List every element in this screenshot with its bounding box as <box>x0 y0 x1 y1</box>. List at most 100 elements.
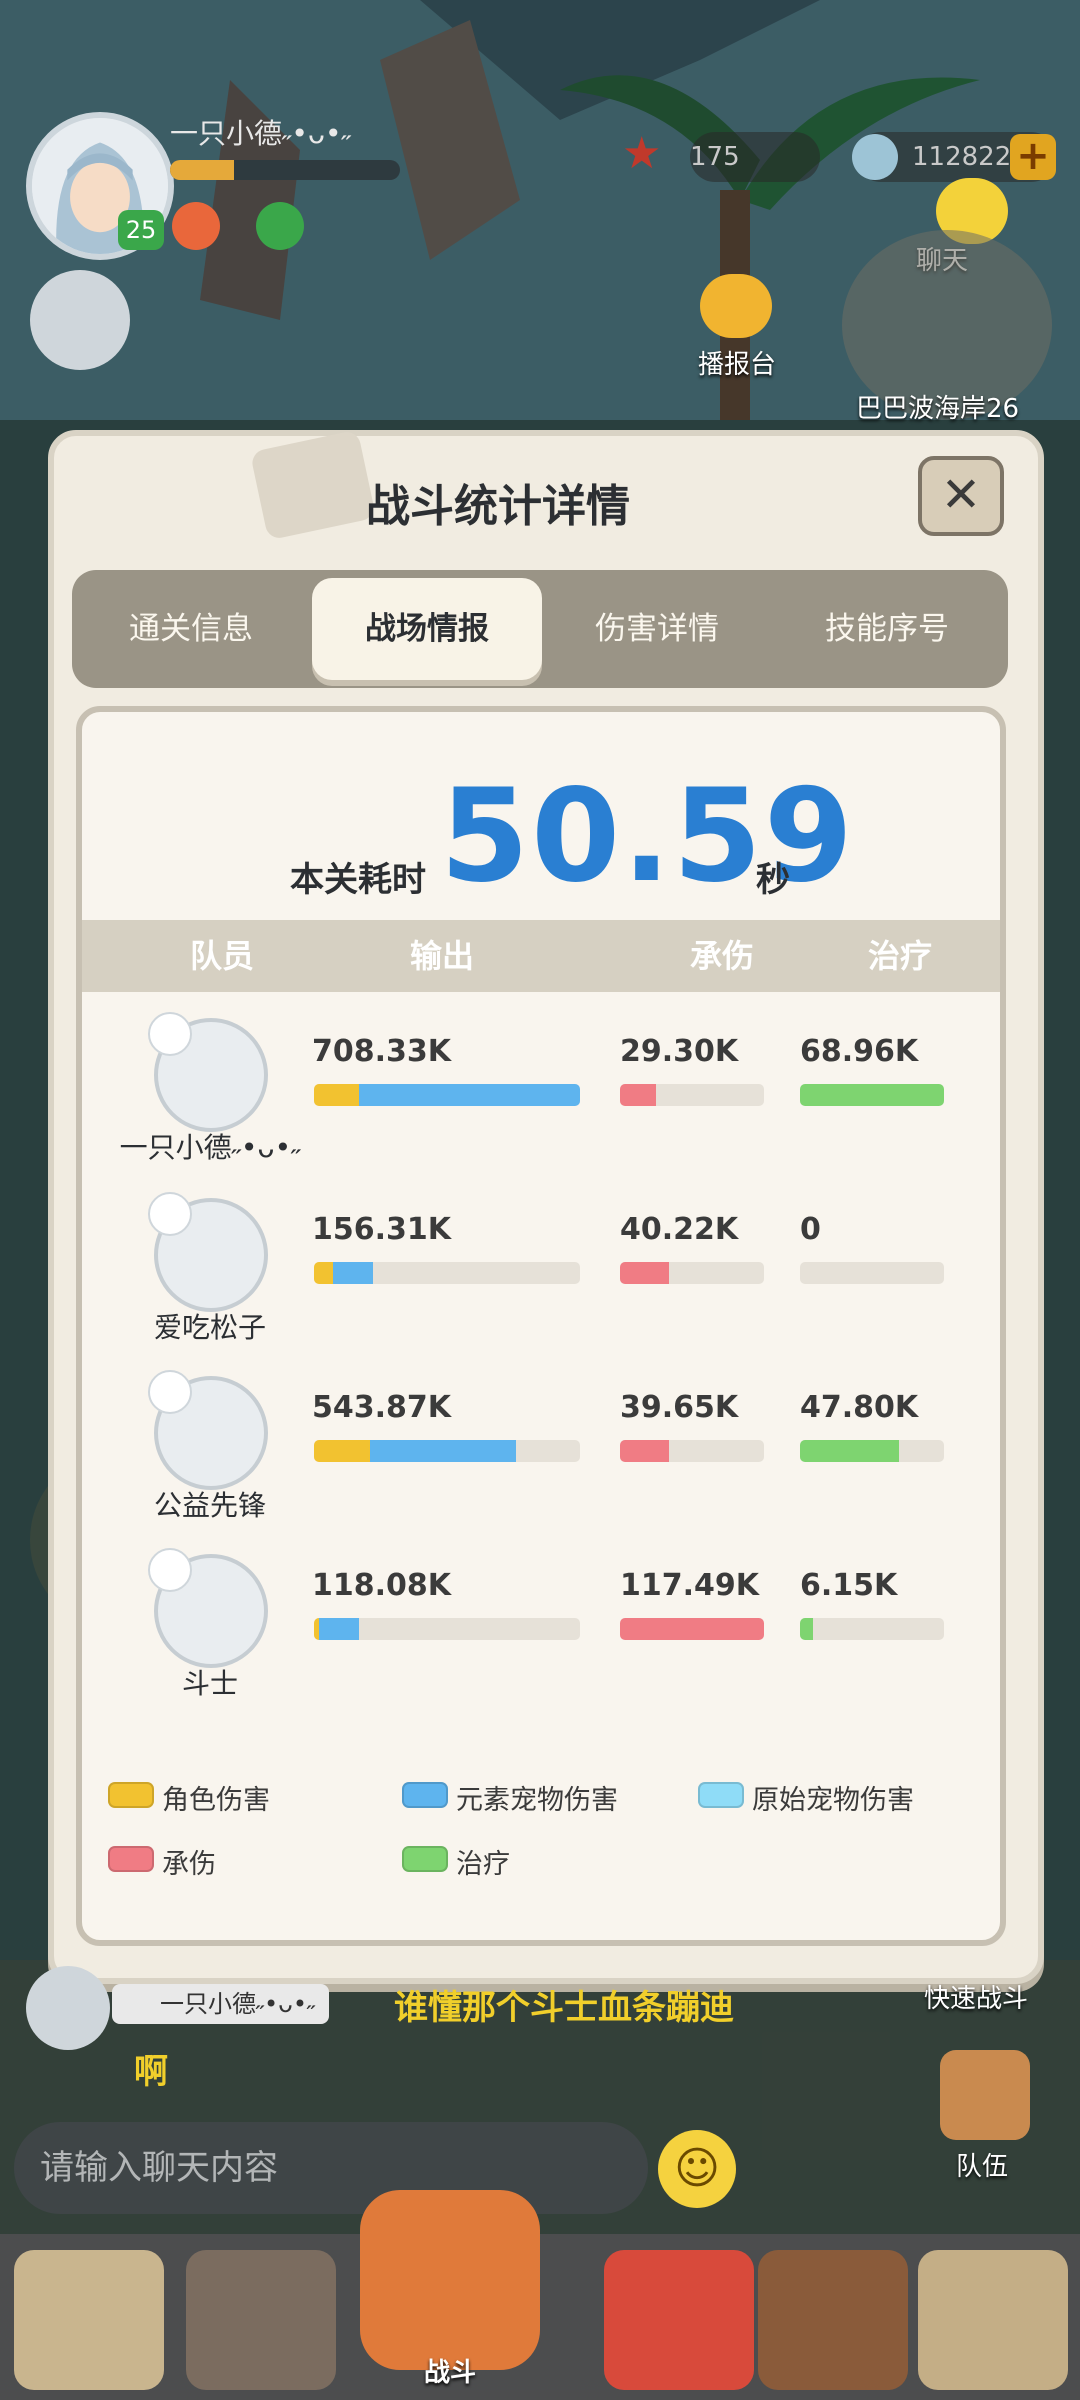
healing-value: 6.15K <box>800 1568 898 1603</box>
col-damage-taken: 承伤 <box>689 937 754 975</box>
player-name: 一只小德˶•ᴗ•˶ <box>170 117 351 150</box>
output-bar <box>314 1084 580 1106</box>
nav-dino-icon[interactable] <box>604 2250 754 2390</box>
member-name: 斗士 <box>181 1667 238 1700</box>
team-label[interactable]: 队伍 <box>956 2146 1008 2183</box>
table-header: 队员 输出 承伤 治疗 <box>82 920 1000 992</box>
chat-message: 谁懂那个斗士血条蹦迪 <box>394 1988 734 2028</box>
healing-bar <box>800 1084 944 1106</box>
element-pet-damage-segment <box>359 1084 580 1106</box>
healing-segment <box>800 1440 900 1462</box>
healing-bar <box>800 1262 944 1284</box>
legend-swatch-role <box>108 1782 154 1808</box>
starfish-count: 175 <box>690 132 820 182</box>
element-pet-damage-segment <box>332 1262 373 1284</box>
legend-original-pet-damage: 原始宠物伤害 <box>752 1785 914 1816</box>
element-pet-damage-segment <box>369 1440 517 1462</box>
shell-icon <box>852 134 898 180</box>
output-value: 156.31K <box>312 1212 452 1247</box>
damage-taken-value: 40.22K <box>620 1212 739 1247</box>
damage-taken-bar <box>620 1440 764 1462</box>
nav-character-icon[interactable] <box>186 2250 336 2390</box>
damage-taken-segment <box>620 1084 656 1106</box>
tab-battle-intel[interactable]: 战场情报 <box>312 578 542 680</box>
xp-bar <box>170 160 400 180</box>
legend-element-pet-damage: 元素宠物伤害 <box>456 1785 618 1816</box>
output-value: 118.08K <box>312 1568 452 1603</box>
fire-class-icon <box>148 1192 192 1236</box>
chat-input[interactable]: 请输入聊天内容 <box>14 2122 648 2214</box>
role-damage-segment <box>314 1262 333 1284</box>
damage-taken-segment <box>620 1262 669 1284</box>
time-label: 本关耗时 <box>290 860 426 900</box>
healing-bar <box>800 1618 944 1640</box>
healing-value: 47.80K <box>800 1390 919 1425</box>
tab-skill-order[interactable]: 技能序号 <box>772 570 1002 688</box>
output-bar <box>314 1262 580 1284</box>
healing-segment <box>800 1084 944 1106</box>
starfish-icon: ★ <box>622 128 662 179</box>
modal-title: 战斗统计详情 <box>366 481 630 532</box>
chat-sender-avatar[interactable] <box>26 1966 110 2050</box>
element-pet-damage-segment <box>319 1618 360 1640</box>
legend-swatch-element <box>402 1782 448 1808</box>
water-class-icon <box>148 1012 192 1056</box>
legend-healing: 治疗 <box>456 1849 510 1880</box>
tab-clear-info[interactable]: 通关信息 <box>76 570 306 688</box>
nav-bear-icon[interactable] <box>758 2250 908 2390</box>
legend-role-damage: 角色伤害 <box>162 1785 270 1816</box>
damage-taken-value: 117.49K <box>620 1568 760 1603</box>
water-class-icon <box>148 1370 192 1414</box>
output-value: 543.87K <box>312 1390 452 1425</box>
chat-sender-name: 一只小德˶•ᴗ•˶ <box>112 1984 329 2024</box>
nav-pet-icon[interactable] <box>14 2250 164 2390</box>
damage-taken-bar <box>620 1084 764 1106</box>
col-output: 输出 <box>409 937 474 975</box>
emoji-button[interactable]: ☺ <box>658 2130 736 2208</box>
member-name: 公益先锋 <box>153 1489 266 1522</box>
nav-battle-icon[interactable] <box>360 2190 540 2370</box>
member-name: 一只小德˶•ᴗ•˶ <box>119 1131 301 1164</box>
pet-face-icon[interactable] <box>256 202 304 250</box>
close-button[interactable]: ✕ <box>918 456 1004 536</box>
broadcast-icon[interactable] <box>700 274 772 338</box>
nav-tribe-icon[interactable] <box>918 2250 1068 2390</box>
output-value: 708.33K <box>312 1034 452 1069</box>
damage-taken-value: 29.30K <box>620 1034 739 1069</box>
team-icon[interactable] <box>940 2050 1030 2140</box>
legend-damage-taken: 承伤 <box>162 1849 216 1880</box>
damage-taken-bar <box>620 1262 764 1284</box>
damage-taken-bar <box>620 1618 764 1640</box>
damage-taken-segment <box>620 1440 669 1462</box>
nav-battle-label[interactable]: 战斗 <box>424 2352 476 2389</box>
healing-bar <box>800 1440 944 1462</box>
tab-damage-details[interactable]: 伤害详情 <box>542 570 772 688</box>
healing-segment <box>800 1618 813 1640</box>
damage-taken-segment <box>620 1618 764 1640</box>
damage-taken-value: 39.65K <box>620 1390 739 1425</box>
level-badge: 25 <box>118 210 164 250</box>
quick-battle-button[interactable]: 快速战斗 <box>924 1978 1028 2015</box>
warrior-class-icon <box>148 1548 192 1592</box>
teammate-avatar-icon[interactable] <box>30 270 130 370</box>
output-bar <box>314 1618 580 1640</box>
time-unit: 秒 <box>756 860 790 900</box>
legend-swatch-original <box>698 1782 744 1808</box>
time-value: 50.59 <box>440 762 855 911</box>
tab-bar: 通关信息 战场情报 伤害详情 技能序号 <box>72 570 1008 688</box>
add-currency-button[interactable]: + <box>1010 134 1056 180</box>
legend-swatch-taken <box>108 1846 154 1872</box>
col-member: 队员 <box>189 937 254 975</box>
col-healing: 治疗 <box>867 937 932 975</box>
location-label: 巴巴波海岸26 <box>856 394 1020 424</box>
crab-icon[interactable] <box>172 202 220 250</box>
role-damage-segment <box>314 1440 370 1462</box>
healing-value: 0 <box>800 1212 821 1247</box>
legend-swatch-heal <box>402 1846 448 1872</box>
healing-value: 68.96K <box>800 1034 919 1069</box>
broadcast-label[interactable]: 播报台 <box>698 344 776 381</box>
chat-message-continued: 啊 <box>134 2052 168 2092</box>
output-bar <box>314 1440 580 1462</box>
member-name: 爱吃松子 <box>153 1311 266 1344</box>
role-damage-segment <box>314 1084 360 1106</box>
